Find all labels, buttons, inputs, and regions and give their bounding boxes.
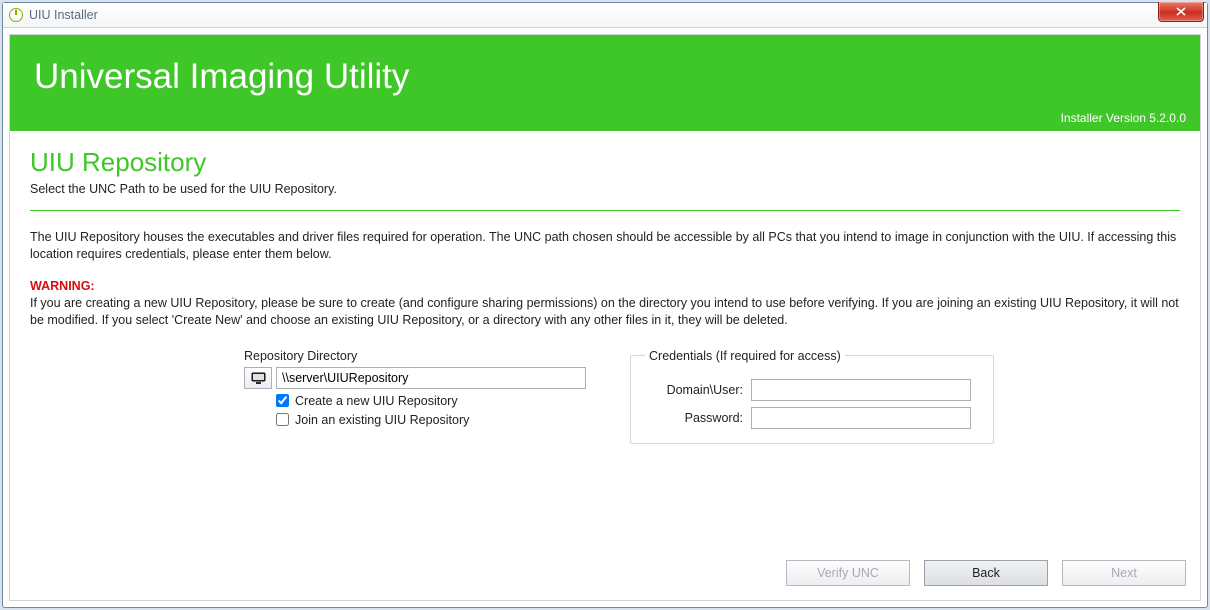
power-icon: [9, 8, 23, 22]
main-content: UIU Repository Select the UNC Path to be…: [10, 131, 1200, 550]
domain-user-input[interactable]: [751, 379, 971, 401]
product-title: Universal Imaging Utility: [34, 57, 409, 97]
back-button[interactable]: Back: [924, 560, 1048, 586]
titlebar: UIU Installer: [3, 3, 1207, 28]
divider: [30, 210, 1180, 211]
browse-button[interactable]: [244, 367, 272, 389]
repository-section: Repository Directory C: [30, 349, 610, 427]
form-columns: Repository Directory C: [30, 349, 1180, 444]
create-new-checkbox[interactable]: [276, 394, 289, 407]
monitor-icon: [251, 372, 266, 384]
repository-directory-label: Repository Directory: [244, 349, 610, 363]
page-subtitle: Select the UNC Path to be used for the U…: [30, 182, 1180, 196]
join-existing-label[interactable]: Join an existing UIU Repository: [295, 413, 469, 427]
footer-buttons: Verify UNC Back Next: [10, 550, 1200, 600]
password-label: Password:: [645, 411, 743, 425]
close-button[interactable]: [1158, 2, 1204, 22]
create-new-label[interactable]: Create a new UIU Repository: [295, 394, 458, 408]
close-icon: [1176, 7, 1186, 16]
installer-version: Installer Version 5.2.0.0: [1061, 111, 1186, 125]
installer-window: UIU Installer Universal Imaging Utility …: [2, 2, 1208, 608]
warning-label: WARNING:: [30, 279, 95, 293]
password-input[interactable]: [751, 407, 971, 429]
window-title: UIU Installer: [29, 8, 98, 22]
page-title: UIU Repository: [30, 147, 1180, 178]
domain-user-label: Domain\User:: [645, 383, 743, 397]
warning-text: If you are creating a new UIU Repository…: [30, 295, 1180, 329]
warning-block: WARNING: If you are creating a new UIU R…: [30, 279, 1180, 329]
content-frame: Universal Imaging Utility Installer Vers…: [9, 34, 1201, 601]
next-button[interactable]: Next: [1062, 560, 1186, 586]
intro-text: The UIU Repository houses the executable…: [30, 229, 1180, 263]
join-existing-checkbox[interactable]: [276, 413, 289, 426]
credentials-fieldset: Credentials (If required for access) Dom…: [630, 349, 994, 444]
verify-unc-button[interactable]: Verify UNC: [786, 560, 910, 586]
credentials-legend: Credentials (If required for access): [645, 349, 845, 363]
repository-path-input[interactable]: [276, 367, 586, 389]
banner: Universal Imaging Utility Installer Vers…: [10, 35, 1200, 131]
